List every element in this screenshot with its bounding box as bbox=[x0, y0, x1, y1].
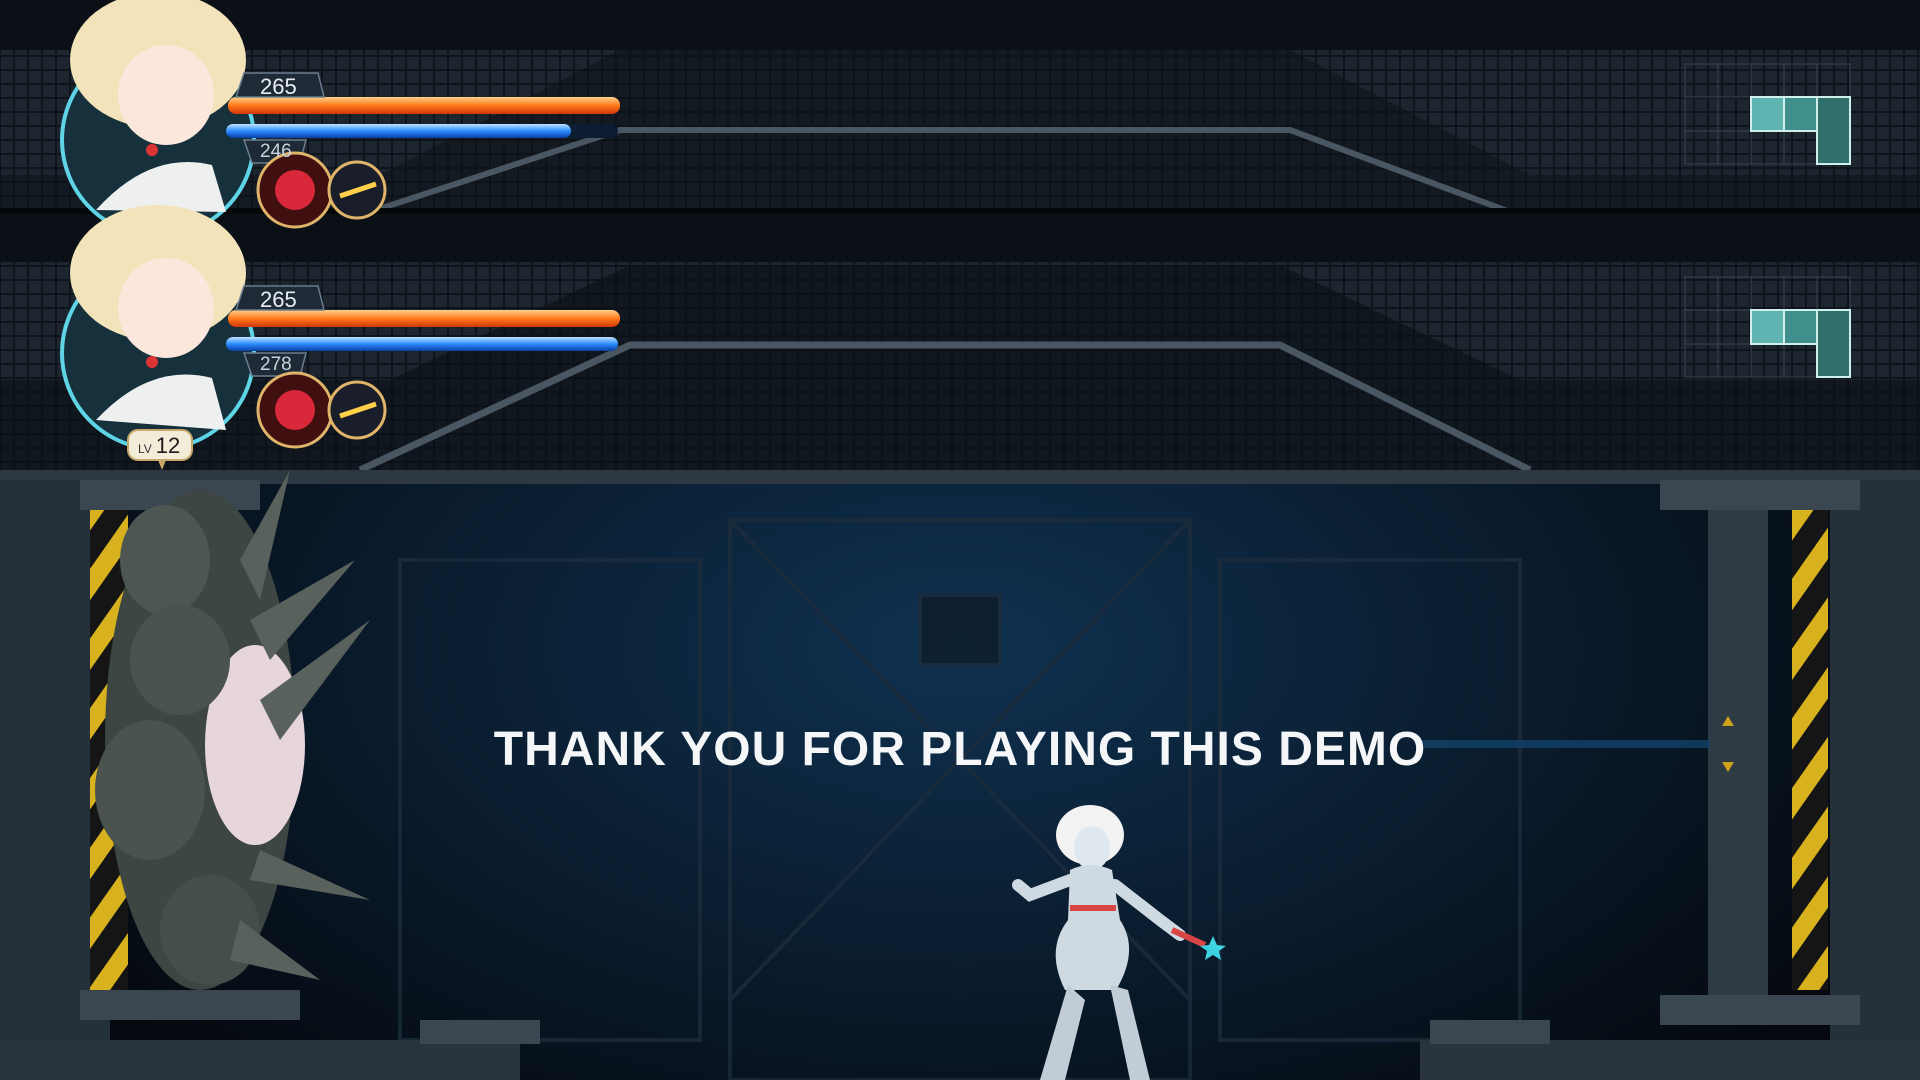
mp-value-top: 246 bbox=[260, 141, 292, 162]
level-value: 12 bbox=[155, 433, 181, 458]
mp-value-main: 278 bbox=[260, 354, 292, 375]
hp-value-top: 265 bbox=[260, 74, 297, 99]
energy-shot-skill-icon bbox=[327, 160, 387, 220]
energy-shot-skill-icon bbox=[327, 380, 387, 440]
mp-bar bbox=[226, 124, 618, 138]
level-label: LV bbox=[138, 442, 152, 456]
hp-value-main: 265 bbox=[260, 287, 297, 312]
level-indicator: LV 12 bbox=[138, 433, 180, 459]
mp-bar bbox=[226, 337, 618, 351]
demo-message: THANK YOU FOR PLAYING THIS DEMO bbox=[493, 723, 1427, 776]
crimson-orb-skill-icon bbox=[256, 371, 334, 449]
crimson-orb-skill-icon bbox=[256, 151, 334, 229]
